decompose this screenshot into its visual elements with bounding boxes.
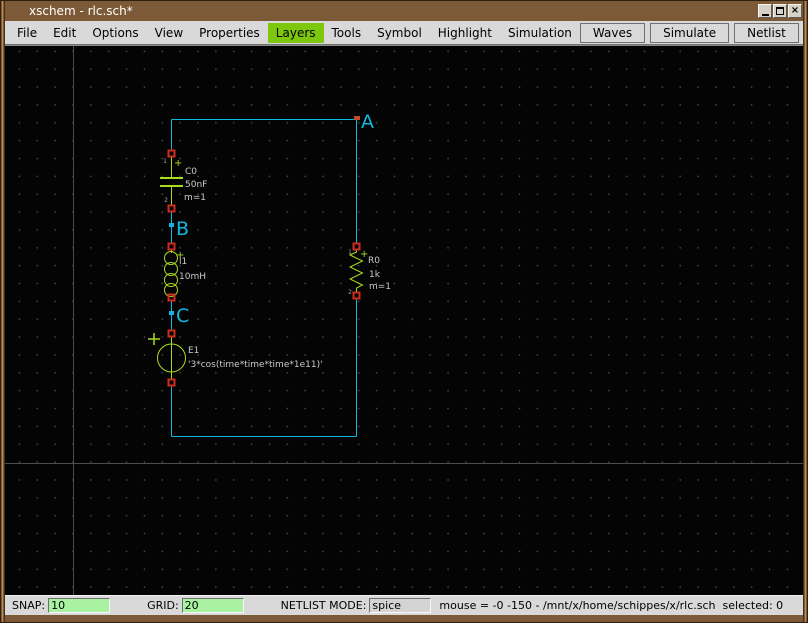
pin-res-top <box>352 242 361 251</box>
resistor-pin2-number: 2 <box>348 289 352 296</box>
netlist-button[interactable]: Netlist <box>734 22 799 43</box>
window-title: xschem - rlc.sch* <box>29 4 133 18</box>
source-name: E1 <box>188 346 199 356</box>
statusbar: SNAP: GRID: NETLIST MODE: mouse = -0 -15… <box>5 595 803 615</box>
menu-tools[interactable]: Tools <box>324 23 370 43</box>
net-labels[interactable]: A B C <box>169 111 374 327</box>
menu-properties[interactable]: Properties <box>191 23 268 43</box>
inductor-l1[interactable]: + l1 10mH <box>164 249 207 297</box>
schematic-drawing: 1 + 2 C0 50nF m=1 + l1 10mH E1 '3*cos(ti… <box>5 46 803 595</box>
snap-label: SNAP: <box>12 599 46 612</box>
menu-options[interactable]: Options <box>84 23 146 43</box>
capacitor-value: 50nF <box>185 180 207 190</box>
grid-input[interactable] <box>181 598 244 613</box>
pin-src-bottom <box>167 378 176 387</box>
close-button[interactable]: × <box>788 4 802 18</box>
source-expression: '3*cos(time*time*time*1e11)' <box>188 360 323 370</box>
menu-simulation[interactable]: Simulation <box>500 23 580 43</box>
pin-res-bottom <box>352 291 361 300</box>
pin-ind-bottom <box>167 293 176 302</box>
inductor-value: 10mH <box>179 272 206 282</box>
menu-file[interactable]: File <box>9 23 45 43</box>
source-E1[interactable]: E1 '3*cos(time*time*time*1e11)' <box>148 333 323 379</box>
menu-symbol[interactable]: Symbol <box>369 23 430 43</box>
menu-highlight[interactable]: Highlight <box>430 23 500 43</box>
capacitor-name: C0 <box>185 167 197 177</box>
net-label-C[interactable]: C <box>176 305 189 327</box>
window-border-left <box>1 1 5 622</box>
net-label-C-marker <box>169 311 174 315</box>
snap-input[interactable] <box>48 598 111 613</box>
simulate-button[interactable]: Simulate <box>650 22 730 43</box>
window-border-right <box>803 1 807 622</box>
menubar: File Edit Options View Properties Layers… <box>5 21 807 45</box>
pin-src-top <box>167 329 176 338</box>
resistor-name: R0 <box>368 256 380 266</box>
schematic-canvas[interactable]: 1 + 2 C0 50nF m=1 + l1 10mH E1 '3*cos(ti… <box>5 45 803 595</box>
minimize-icon <box>761 13 769 16</box>
capacitor-plus-mark: + <box>174 158 182 169</box>
menu-layers[interactable]: Layers <box>267 22 324 43</box>
grid-label: GRID: <box>147 599 179 612</box>
origin-axes <box>5 46 803 595</box>
resistor-R0[interactable]: 1 + 2 R0 1k m=1 <box>348 249 391 296</box>
netlist-mode-input[interactable] <box>369 598 432 613</box>
xschem-window: xschem - rlc.sch* × File Edit Options Vi… <box>0 0 808 623</box>
resistor-mult: m=1 <box>369 282 391 292</box>
resistor-pin1-number: 1 <box>348 249 352 256</box>
pin-cap-bottom <box>167 204 176 213</box>
pin-cap-top <box>167 149 176 158</box>
mouse-status-text: mouse = -0 -150 - /mnt/x/home/schippes/x… <box>439 599 784 612</box>
inductor-name: l1 <box>179 257 187 267</box>
capacitor-C0[interactable]: 1 + 2 C0 50nF m=1 <box>160 156 207 205</box>
net-label-B-marker <box>169 223 174 227</box>
net-label-A[interactable]: A <box>361 111 374 133</box>
net-label-A-marker <box>354 116 360 120</box>
capacitor-pin1-number: 1 <box>163 158 167 165</box>
netlist-mode-label: NETLIST MODE: <box>280 599 367 612</box>
menu-view[interactable]: View <box>147 23 191 43</box>
close-icon: × <box>790 5 800 16</box>
menu-edit[interactable]: Edit <box>45 23 84 43</box>
capacitor-mult: m=1 <box>184 193 206 203</box>
maximize-button[interactable] <box>773 4 787 18</box>
titlebar[interactable]: xschem - rlc.sch* × <box>1 1 807 21</box>
maximize-icon <box>776 7 784 15</box>
minimize-button[interactable] <box>758 4 772 18</box>
waves-button[interactable]: Waves <box>579 22 646 43</box>
net-label-B[interactable]: B <box>176 218 189 240</box>
pin-ind-top <box>167 242 176 251</box>
capacitor-pin2-number: 2 <box>164 197 168 204</box>
resistor-value: 1k <box>369 270 381 280</box>
